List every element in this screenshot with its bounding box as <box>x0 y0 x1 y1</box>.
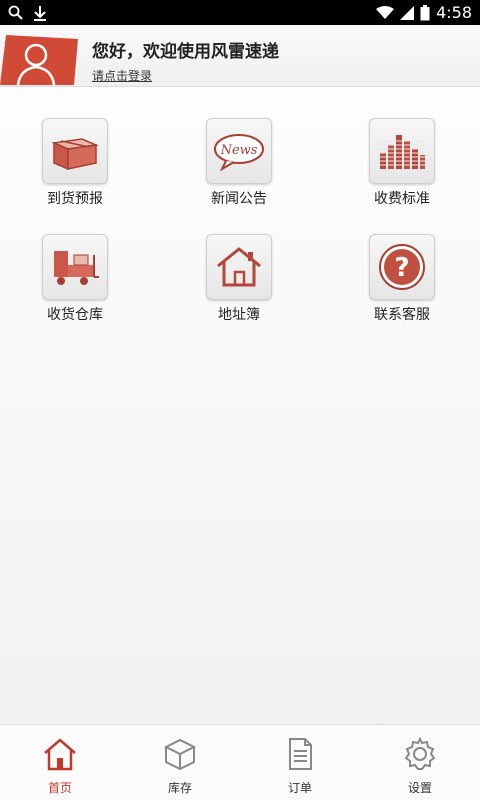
house-icon <box>206 234 272 300</box>
box-icon <box>42 118 108 184</box>
grid-label: 收费标准 <box>374 191 430 207</box>
status-left <box>8 5 47 21</box>
bar-chart-icon <box>369 118 435 184</box>
avatar[interactable] <box>0 29 80 86</box>
status-bar: 4:58 <box>0 0 480 25</box>
gear-icon <box>403 736 437 775</box>
grid-item-address-book[interactable]: 地址簿 <box>184 234 294 324</box>
help-icon: ? <box>369 234 435 300</box>
wifi-icon <box>376 5 395 20</box>
warehouse-truck-icon <box>42 234 108 300</box>
clock-time: 4:58 <box>436 3 472 22</box>
search-icon <box>8 5 23 20</box>
home-icon <box>43 737 77 775</box>
news-icon: News <box>206 118 272 184</box>
nav-item-orders[interactable]: 订单 <box>240 725 360 800</box>
svg-text:?: ? <box>394 253 409 283</box>
nav-item-inventory[interactable]: 库存 <box>120 725 240 800</box>
nav-item-settings[interactable]: 设置 <box>360 725 480 800</box>
grid-label: 地址簿 <box>218 307 260 323</box>
nav-item-home[interactable]: 首页 <box>0 725 120 800</box>
grid-item-customer-service[interactable]: ? 联系客服 <box>347 234 457 324</box>
grid-item-receiving-warehouse[interactable]: 收货仓库 <box>20 234 130 324</box>
grid-label: 到货预报 <box>47 191 103 207</box>
nav-label: 设置 <box>407 781 432 795</box>
nav-label: 库存 <box>167 781 192 795</box>
grid-label: 联系客服 <box>374 307 430 323</box>
grid-label: 新闻公告 <box>211 191 267 207</box>
nav-label: 首页 <box>47 781 72 795</box>
welcome-greeting: 您好，欢迎使用风雷速递 <box>92 42 279 62</box>
user-header: 您好，欢迎使用风雷速递 请点击登录 <box>0 25 480 87</box>
status-right: 4:58 <box>376 3 472 22</box>
bottom-nav: 首页 库存 订单 设置 <box>0 724 480 800</box>
grid-item-fee-standard[interactable]: 收费标准 <box>347 118 457 208</box>
nav-label: 订单 <box>287 781 312 795</box>
download-icon <box>33 5 47 21</box>
order-document-icon <box>283 737 317 775</box>
inventory-box-icon <box>163 737 197 775</box>
grid-label: 收货仓库 <box>47 307 103 323</box>
battery-icon <box>420 4 430 21</box>
grid-item-arrival-forecast[interactable]: 到货预报 <box>20 118 130 208</box>
signal-icon <box>400 5 415 20</box>
svg-text:News: News <box>220 143 258 158</box>
grid-item-news[interactable]: News 新闻公告 <box>184 118 294 208</box>
login-link[interactable]: 请点击登录 <box>92 67 152 84</box>
